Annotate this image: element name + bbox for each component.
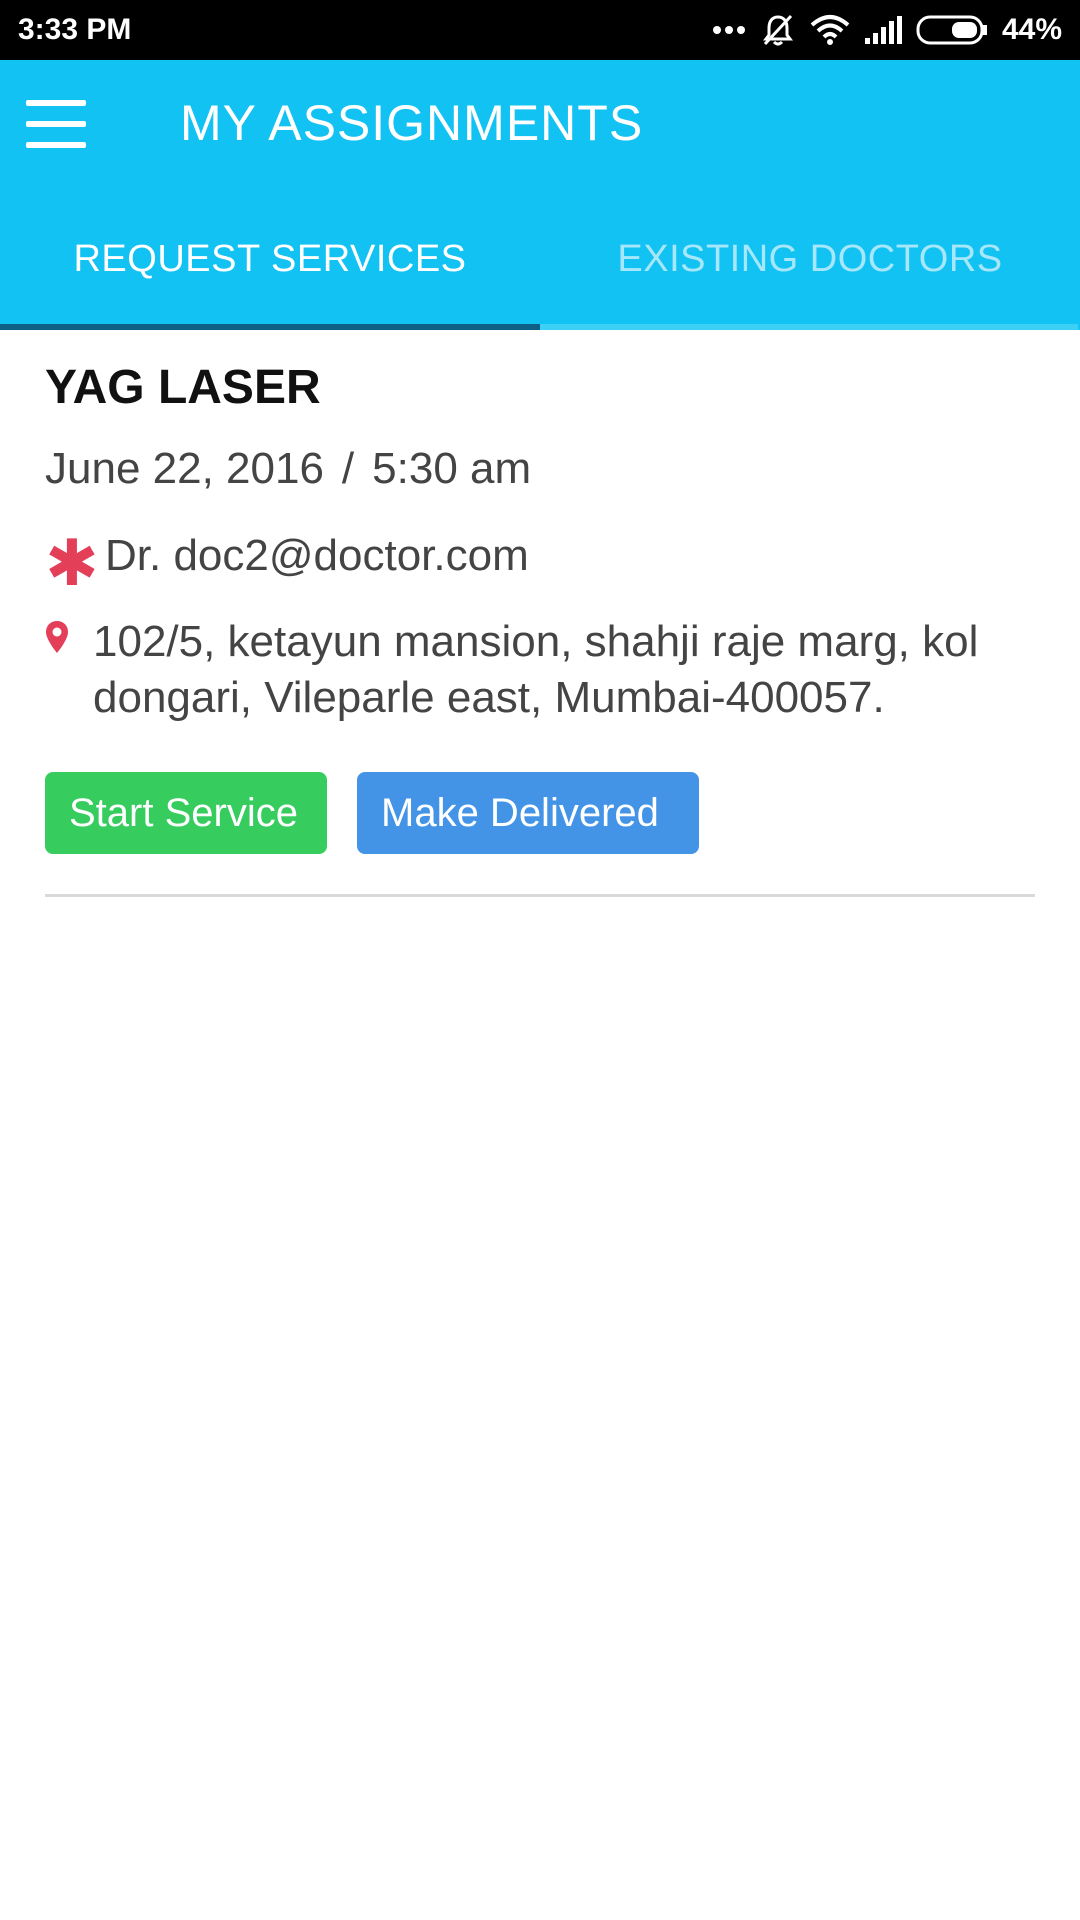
tab-label: EXISTING DOCTORS <box>617 237 1003 280</box>
start-service-button[interactable]: Start Service <box>45 772 327 854</box>
app-bar: MY ASSIGNMENTS REQUEST SERVICES EXISTING… <box>0 60 1080 330</box>
page-title: MY ASSIGNMENTS <box>180 95 644 151</box>
status-icons: 44% <box>712 12 1062 48</box>
assignment-datetime: June 22, 2016 / 5:30 am <box>45 440 1035 498</box>
service-title: YAG LASER <box>45 361 321 414</box>
address-text: 102/5, ketayun mansion, shahji raje marg… <box>93 617 979 722</box>
location-pin-icon <box>45 614 93 659</box>
doctor-row: ✱ Dr. doc2@doctor.com <box>45 520 1035 599</box>
active-tab-indicator <box>0 324 542 330</box>
inactive-tab-underline <box>540 324 1078 330</box>
tab-existing-doctors[interactable]: EXISTING DOCTORS <box>540 188 1080 330</box>
status-bar: 3:33 PM 44% <box>0 0 1080 60</box>
address-row: 102/5, ketayun mansion, shahji raje marg… <box>45 614 1035 726</box>
battery-percent: 44% <box>1001 13 1062 46</box>
action-buttons: Start Service Make Delivered <box>45 772 1035 854</box>
wifi-icon <box>810 14 850 46</box>
assignment-time: 5:30 am <box>372 444 532 493</box>
doctor-email: Dr. doc2@doctor.com <box>105 531 529 580</box>
make-delivered-button[interactable]: Make Delivered <box>357 772 699 854</box>
tab-request-services[interactable]: REQUEST SERVICES <box>0 188 542 330</box>
assignment-date: June 22, 2016 <box>45 444 324 493</box>
status-time: 3:33 PM <box>18 13 132 46</box>
battery-icon <box>916 15 988 45</box>
assignment-card: YAG LASER June 22, 2016 / 5:30 am ✱ Dr. do… <box>45 352 1035 897</box>
signal-icon <box>864 16 902 44</box>
asterisk-icon: ✱ <box>45 527 99 599</box>
card-divider <box>45 894 1035 897</box>
tab-label: REQUEST SERVICES <box>73 237 467 280</box>
toolbar: MY ASSIGNMENTS <box>0 60 1080 188</box>
silent-bell-icon <box>760 12 796 48</box>
tab-bar: REQUEST SERVICES EXISTING DOCTORS <box>0 188 1080 330</box>
hamburger-menu-icon[interactable] <box>26 100 90 148</box>
datetime-separator: / <box>341 444 355 493</box>
more-dots-icon <box>712 25 746 35</box>
